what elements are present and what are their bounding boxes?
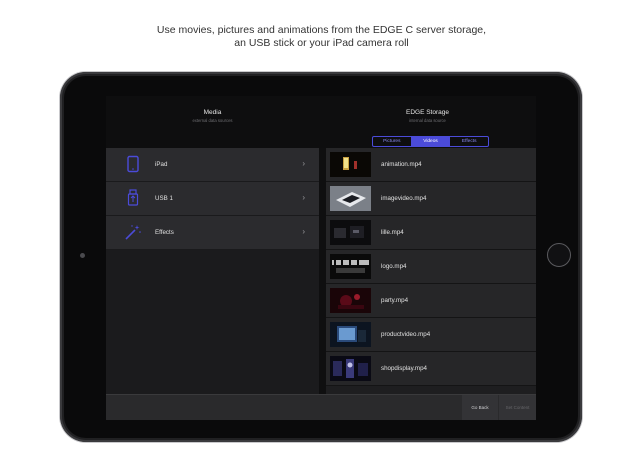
file-row-party[interactable]: party.mp4 <box>326 284 536 318</box>
usb-icon <box>124 189 142 207</box>
front-camera <box>80 253 85 258</box>
video-thumbnail <box>330 356 371 381</box>
header-bar: Media external data sources EDGE Storage… <box>106 96 536 148</box>
file-name: animation.mp4 <box>381 161 422 168</box>
tab-videos[interactable]: Videos <box>410 137 450 146</box>
tab-pictures[interactable]: Pictures <box>373 137 411 146</box>
file-name: imagevideo.mp4 <box>381 195 427 202</box>
chevron-right-icon: › <box>302 159 305 168</box>
home-button[interactable] <box>547 243 571 267</box>
media-item-label: iPad <box>155 161 168 168</box>
app-screen: Media external data sources EDGE Storage… <box>106 96 536 420</box>
file-row-shopdisplay[interactable]: shopdisplay.mp4 <box>326 352 536 386</box>
tab-effects[interactable]: Effects <box>449 137 488 146</box>
chevron-right-icon: › <box>302 193 305 202</box>
storage-title: EDGE Storage <box>406 109 449 116</box>
set-content-button[interactable]: Set Content <box>499 395 536 420</box>
media-item-effects[interactable]: Effects › <box>106 216 319 250</box>
video-thumbnail <box>330 152 371 177</box>
file-name: productvideo.mp4 <box>381 331 431 338</box>
bottom-toolbar: Go Back Set Content <box>106 394 536 420</box>
video-thumbnail <box>330 186 371 211</box>
file-name: logo.mp4 <box>381 263 407 270</box>
promo-caption: Use movies, pictures and animations from… <box>0 24 643 50</box>
media-header: Media external data sources <box>106 108 319 124</box>
caption-line-1: Use movies, pictures and animations from… <box>156 24 487 36</box>
file-row-productvideo[interactable]: productvideo.mp4 <box>326 318 536 352</box>
tablet-icon <box>124 155 142 173</box>
chevron-right-icon: › <box>302 227 305 236</box>
media-item-label: USB 1 <box>155 195 173 202</box>
video-thumbnail <box>330 322 371 347</box>
file-row-lille[interactable]: lille.mp4 <box>326 216 536 250</box>
video-file-list: animation.mp4 imagevideo.mp4 lille.mp4 l… <box>326 148 536 394</box>
caption-line-2: an USB stick or your iPad camera roll <box>234 37 409 49</box>
file-name: shopdisplay.mp4 <box>381 365 427 372</box>
storage-subtitle: internal data source <box>409 118 446 123</box>
storage-header: EDGE Storage internal data source <box>319 108 536 124</box>
file-row-animation[interactable]: animation.mp4 <box>326 148 536 182</box>
magic-wand-icon <box>124 223 142 241</box>
media-source-list: iPad › USB 1 › Effects › <box>106 148 319 394</box>
media-item-usb-1[interactable]: USB 1 › <box>106 182 319 216</box>
file-row-imagevideo[interactable]: imagevideo.mp4 <box>326 182 536 216</box>
video-thumbnail <box>330 220 371 245</box>
media-item-ipad[interactable]: iPad › <box>106 148 319 182</box>
video-thumbnail <box>330 288 371 313</box>
storage-type-segmented-control: Pictures Videos Effects <box>372 136 489 147</box>
video-thumbnail <box>330 254 371 279</box>
file-name: party.mp4 <box>381 297 409 304</box>
file-name: lille.mp4 <box>381 229 404 236</box>
media-item-label: Effects <box>155 229 174 236</box>
media-subtitle: external data sources <box>192 118 233 123</box>
file-row-logo[interactable]: logo.mp4 <box>326 250 536 284</box>
media-title: Media <box>203 109 222 116</box>
pane-divider <box>319 148 326 394</box>
go-back-button[interactable]: Go Back <box>462 395 498 420</box>
